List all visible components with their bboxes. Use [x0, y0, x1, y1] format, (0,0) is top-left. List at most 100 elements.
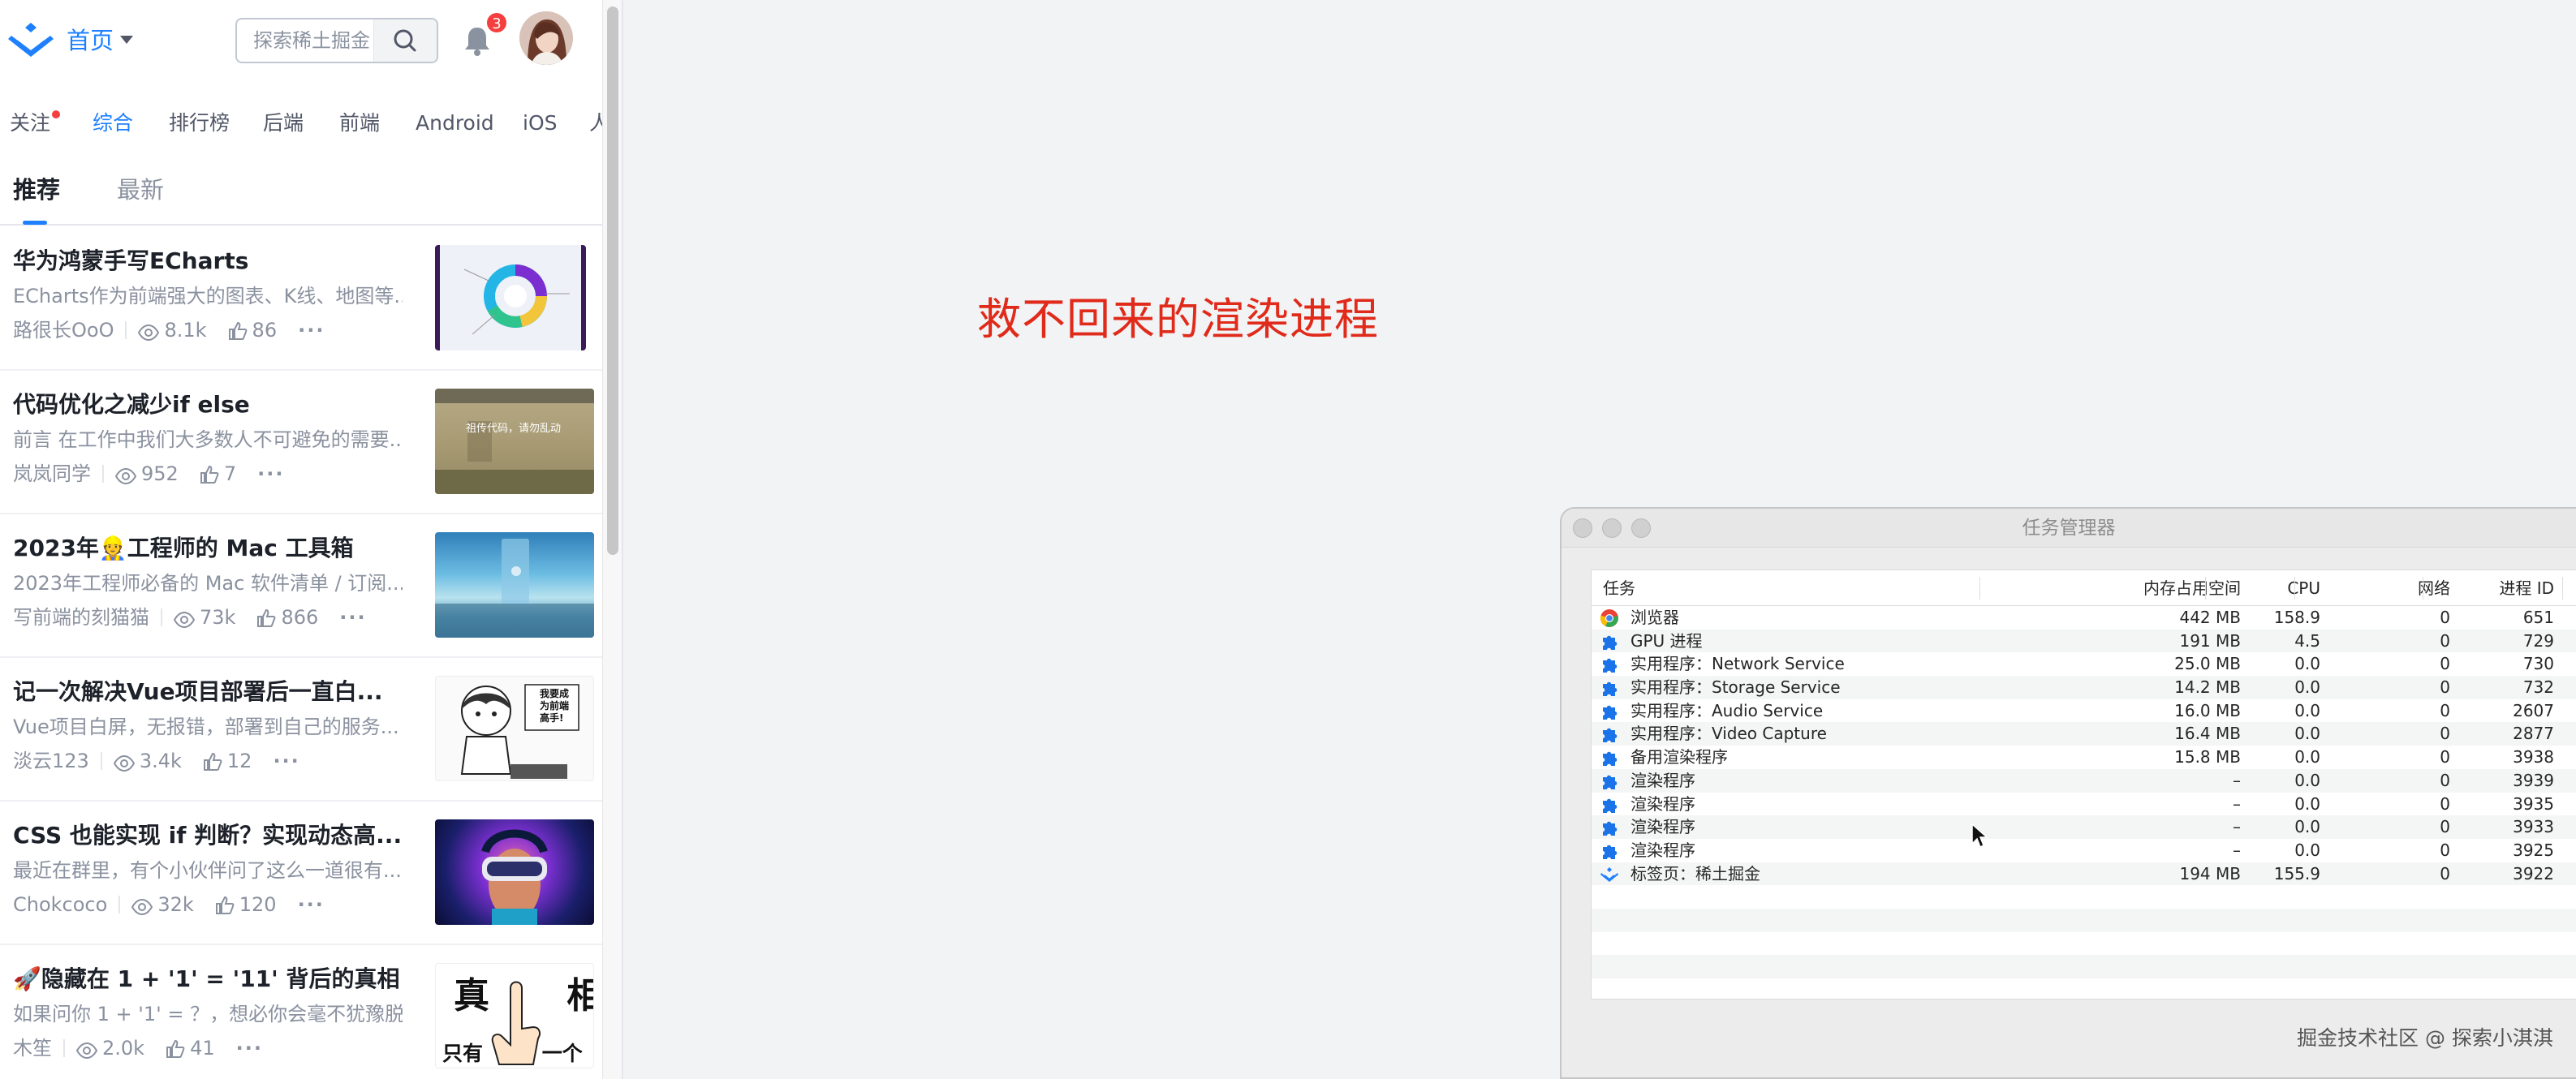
more-options-icon[interactable]: ··· [298, 891, 325, 918]
channel-comprehensive[interactable]: 综合 [93, 104, 133, 143]
avatar[interactable] [519, 11, 573, 65]
search-input[interactable] [253, 19, 383, 62]
article-item[interactable]: 华为鸿蒙手写ECharts ECharts作为前端强大的图表、K线、地图等...… [0, 227, 602, 371]
wall-photo-image [435, 389, 594, 494]
article-author[interactable]: 写前端的刻猫猫 [13, 604, 149, 631]
process-cpu: 155.9 [2273, 863, 2320, 883]
juejin-logo-icon[interactable] [8, 19, 54, 62]
window-titlebar[interactable]: 任务管理器 [1562, 509, 2576, 548]
juejin-mobile-app: 首页 3 关注 [0, 0, 602, 1079]
meta-divider [118, 896, 121, 913]
article-author[interactable]: 岚岚同学 [13, 460, 91, 488]
channel-backend[interactable]: 后端 [263, 104, 304, 143]
view-count: 8.1k [138, 316, 207, 344]
process-row[interactable]: 渲染程序 – 0.0 0 3933 [1592, 815, 2576, 839]
channel-ranking[interactable]: 排行榜 [169, 104, 230, 143]
article-author[interactable]: 淡云123 [13, 747, 89, 775]
process-network: 0 [2440, 793, 2450, 814]
tab-latest[interactable]: 最新 [117, 174, 164, 206]
like-count-value: 86 [252, 319, 278, 342]
like-count[interactable]: 41 [166, 1034, 215, 1062]
article-title[interactable]: 🚀隐藏在 1 + '1' = '11' 背后的真相 [13, 963, 419, 995]
tab-recommended[interactable]: 推荐 [13, 174, 60, 206]
more-options-icon[interactable]: ··· [257, 460, 284, 488]
more-options-icon[interactable]: ··· [298, 316, 325, 344]
process-name: 备用渲染程序 [1630, 747, 1728, 767]
more-options-icon[interactable]: ··· [236, 1034, 263, 1062]
article-meta: 岚岚同学 952 7 ··· [13, 460, 284, 488]
article-item[interactable]: 🚀隐藏在 1 + '1' = '11' 背后的真相 如果问你 1 + '1' =… [0, 945, 602, 1079]
article-title[interactable]: 记一次解决Vue项目部署后一直白... [13, 676, 419, 708]
process-cpu: 0.0 [2294, 677, 2320, 698]
article-title[interactable]: 2023年👷工程师的 Mac 工具箱 [13, 532, 419, 565]
process-row[interactable]: 标签页：稀土掘金 194 MB 155.9 0 3922 [1592, 862, 2576, 886]
process-cpu: 0.0 [2294, 747, 2320, 767]
like-count[interactable]: 7 [200, 460, 236, 488]
process-row[interactable]: 实用程序：Network Service 25.0 MB 0.0 0 730 [1592, 652, 2576, 676]
process-row[interactable]: 渲染程序 – 0.0 0 3935 [1592, 793, 2576, 816]
process-table: 任务 内存占用空间 CPU 网络 进程 ID 浏览器 442 MB 158.9 0 65… [1591, 570, 2576, 999]
article-abstract: 2023年工程师必备的 Mac 软件清单 / 订阅... [13, 572, 403, 595]
like-count[interactable]: 12 [203, 747, 252, 775]
article-item[interactable]: CSS 也能实现 if 判断？实现动态高... 最近在群里，有个小伙伴问了这么一… [0, 802, 602, 945]
article-author[interactable]: Chokcoco [13, 891, 107, 918]
minimize-window-button[interactable] [1602, 518, 1622, 538]
process-name: GPU 进程 [1630, 630, 1703, 651]
article-thumbnail[interactable] [435, 245, 586, 350]
process-row[interactable]: 备用渲染程序 15.8 MB 0.0 0 3938 [1592, 746, 2576, 769]
column-cpu[interactable]: CPU [2287, 570, 2320, 606]
process-row[interactable]: GPU 进程 191 MB 4.5 0 729 [1592, 629, 2576, 653]
zoom-window-button[interactable] [1631, 518, 1651, 538]
like-count[interactable]: 120 [215, 891, 277, 918]
process-cpu: 0.0 [2294, 840, 2320, 860]
watermark: 掘金技术社区 @ 探索小淇淇 [2297, 1026, 2553, 1050]
article-item[interactable]: 记一次解决Vue项目部署后一直白... Vue项目白屏，无报错，部署到自己的服务… [0, 658, 602, 802]
article-title[interactable]: 代码优化之减少if else [13, 389, 419, 421]
process-network: 0 [2440, 817, 2450, 837]
home-menu-label[interactable]: 首页 [67, 24, 114, 57]
article-thumbnail[interactable] [435, 532, 594, 638]
article-meta: 写前端的刻猫猫 73k 866 ··· [13, 604, 367, 631]
article-item[interactable]: 代码优化之减少if else 前言 在工作中我们大多数人不可避免的需要... 岚… [0, 371, 602, 514]
pane-divider [622, 0, 623, 1079]
like-count[interactable]: 86 [228, 316, 278, 344]
channel-ios[interactable]: iOS [523, 104, 558, 143]
scrollbar-thumb[interactable] [607, 6, 618, 555]
search-button[interactable] [373, 19, 437, 62]
article-thumbnail[interactable]: 祖传代码，请勿乱动 [435, 389, 594, 494]
more-options-icon[interactable]: ··· [273, 747, 299, 775]
article-item[interactable]: 2023年👷工程师的 Mac 工具箱 2023年工程师必备的 Mac 软件清单 … [0, 514, 602, 658]
column-task[interactable]: 任务 [1603, 570, 1635, 606]
chevron-down-icon[interactable] [120, 36, 133, 44]
close-window-button[interactable] [1573, 518, 1592, 538]
article-thumbnail[interactable] [435, 819, 594, 925]
article-author[interactable]: 木笙 [13, 1034, 52, 1062]
like-count[interactable]: 866 [256, 604, 318, 631]
channel-ai[interactable]: 人 [589, 104, 602, 143]
column-memory[interactable]: 内存占用空间 [2143, 570, 2241, 606]
process-network: 0 [2440, 677, 2450, 698]
channel-android[interactable]: Android [416, 104, 494, 143]
channel-frontend[interactable]: 前端 [339, 104, 380, 143]
article-author[interactable]: 路很长OoO [13, 316, 114, 344]
article-title[interactable]: CSS 也能实现 if 判断？实现动态高... [13, 819, 419, 852]
more-options-icon[interactable]: ··· [339, 604, 366, 631]
process-memory: – [2233, 840, 2241, 860]
channel-follow[interactable]: 关注 [10, 104, 50, 143]
process-row[interactable]: 实用程序：Video Capture 16.4 MB 0.0 0 2877 [1592, 722, 2576, 746]
thumbs-up-icon [166, 1039, 185, 1058]
column-pid[interactable]: 进程 ID [2499, 570, 2554, 606]
article-thumbnail[interactable]: 我要成为前端高手! [435, 676, 594, 781]
search-box [235, 18, 438, 63]
feed-tabs: 推荐 最新 [0, 159, 602, 226]
process-row[interactable]: 渲染程序 – 0.0 0 3939 [1592, 768, 2576, 793]
process-id: 3933 [2513, 817, 2554, 837]
meta-divider [125, 321, 127, 339]
process-row[interactable]: 渲染程序 – 0.0 0 3925 [1592, 839, 2576, 862]
process-row[interactable]: 浏览器 442 MB 158.9 0 651 [1592, 606, 2576, 630]
process-row[interactable]: 实用程序：Storage Service 14.2 MB 0.0 0 732 [1592, 676, 2576, 699]
process-row[interactable]: 实用程序：Audio Service 16.0 MB 0.0 0 2607 [1592, 699, 2576, 723]
article-title[interactable]: 华为鸿蒙手写ECharts [13, 245, 419, 277]
feed-scrollbar[interactable] [602, 0, 622, 1079]
article-thumbnail[interactable]: 真 相 只有 一个 [435, 963, 594, 1068]
